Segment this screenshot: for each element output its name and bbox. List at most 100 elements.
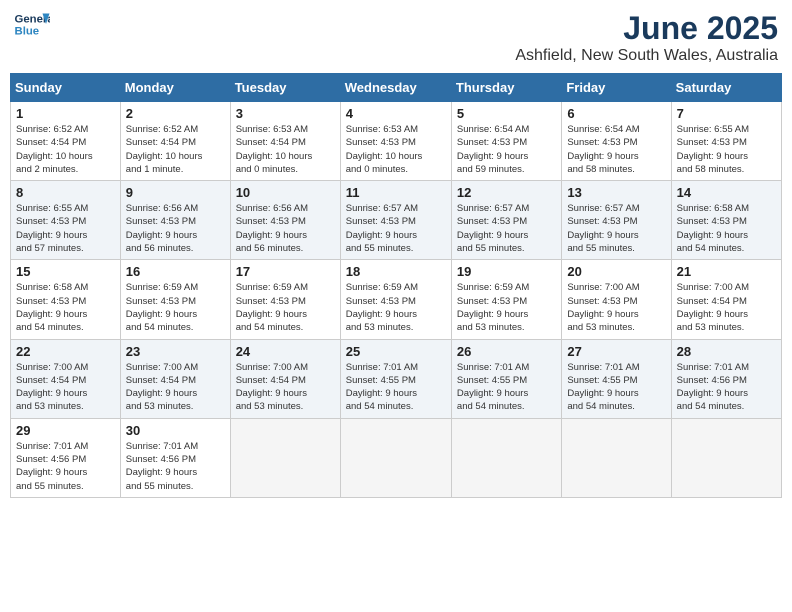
title-area: June 2025 Ashfield, New South Wales, Aus… [515,10,778,65]
day-number: 9 [126,185,225,200]
calendar-cell: 3 Sunrise: 6:53 AM Sunset: 4:54 PM Daylig… [230,102,340,181]
day-number: 2 [126,106,225,121]
day-info: Sunrise: 6:56 AM Sunset: 4:53 PM Dayligh… [236,202,335,255]
day-info: Sunrise: 6:59 AM Sunset: 4:53 PM Dayligh… [457,281,556,334]
day-number: 3 [236,106,335,121]
day-info: Sunrise: 7:01 AM Sunset: 4:56 PM Dayligh… [16,440,115,493]
day-number: 1 [16,106,115,121]
day-info: Sunrise: 6:57 AM Sunset: 4:53 PM Dayligh… [567,202,665,255]
calendar-cell: 9 Sunrise: 6:56 AM Sunset: 4:53 PM Daylig… [120,181,230,260]
day-number: 8 [16,185,115,200]
logo-icon: General Blue [14,10,50,38]
calendar-cell [451,418,561,497]
day-number: 10 [236,185,335,200]
day-info: Sunrise: 7:01 AM Sunset: 4:56 PM Dayligh… [677,361,776,414]
day-number: 29 [16,423,115,438]
logo: General Blue [14,10,50,38]
day-number: 23 [126,344,225,359]
day-info: Sunrise: 6:52 AM Sunset: 4:54 PM Dayligh… [16,123,115,176]
day-info: Sunrise: 6:59 AM Sunset: 4:53 PM Dayligh… [126,281,225,334]
day-info: Sunrise: 6:55 AM Sunset: 4:53 PM Dayligh… [677,123,776,176]
calendar-cell: 12 Sunrise: 6:57 AM Sunset: 4:53 PM Dayli… [451,181,561,260]
day-number: 22 [16,344,115,359]
weekday-header: Monday [120,74,230,102]
month-title: June 2025 [515,10,778,47]
calendar-cell: 21Sunrise: 7:00 AM Sunset: 4:54 PM Dayli… [671,260,781,339]
day-number: 12 [457,185,556,200]
calendar-cell: 6 Sunrise: 6:54 AM Sunset: 4:53 PM Daylig… [562,102,671,181]
day-number: 25 [346,344,446,359]
calendar-cell [230,418,340,497]
calendar-cell [340,418,451,497]
day-info: Sunrise: 6:59 AM Sunset: 4:53 PM Dayligh… [346,281,446,334]
day-number: 24 [236,344,335,359]
day-info: Sunrise: 7:01 AM Sunset: 4:55 PM Dayligh… [457,361,556,414]
calendar-cell: 14Sunrise: 6:58 AM Sunset: 4:53 PM Dayli… [671,181,781,260]
calendar-cell: 28 Sunrise: 7:01 AM Sunset: 4:56 PM Dayli… [671,339,781,418]
day-info: Sunrise: 6:56 AM Sunset: 4:53 PM Dayligh… [126,202,225,255]
day-number: 26 [457,344,556,359]
day-info: Sunrise: 7:00 AM Sunset: 4:54 PM Dayligh… [677,281,776,334]
calendar-cell: 2 Sunrise: 6:52 AM Sunset: 4:54 PM Daylig… [120,102,230,181]
weekday-header: Friday [562,74,671,102]
day-number: 18 [346,264,446,279]
calendar-cell: 10 Sunrise: 6:56 AM Sunset: 4:53 PM Dayli… [230,181,340,260]
day-info: Sunrise: 6:59 AM Sunset: 4:53 PM Dayligh… [236,281,335,334]
calendar-cell: 7 Sunrise: 6:55 AM Sunset: 4:53 PM Daylig… [671,102,781,181]
calendar-cell: 25Sunrise: 7:01 AM Sunset: 4:55 PM Dayli… [340,339,451,418]
day-number: 16 [126,264,225,279]
day-info: Sunrise: 6:55 AM Sunset: 4:53 PM Dayligh… [16,202,115,255]
day-number: 28 [677,344,776,359]
day-number: 5 [457,106,556,121]
calendar-cell: 16 Sunrise: 6:59 AM Sunset: 4:53 PM Dayli… [120,260,230,339]
day-info: Sunrise: 6:53 AM Sunset: 4:54 PM Dayligh… [236,123,335,176]
calendar-cell: 4 Sunrise: 6:53 AM Sunset: 4:53 PM Daylig… [340,102,451,181]
calendar-cell: 17 Sunrise: 6:59 AM Sunset: 4:53 PM Dayli… [230,260,340,339]
day-number: 6 [567,106,665,121]
calendar-cell: 8 Sunrise: 6:55 AM Sunset: 4:53 PM Daylig… [11,181,121,260]
day-info: Sunrise: 7:00 AM Sunset: 4:54 PM Dayligh… [236,361,335,414]
day-info: Sunrise: 6:54 AM Sunset: 4:53 PM Dayligh… [567,123,665,176]
calendar-cell: 13 Sunrise: 6:57 AM Sunset: 4:53 PM Dayli… [562,181,671,260]
day-info: Sunrise: 6:58 AM Sunset: 4:53 PM Dayligh… [677,202,776,255]
day-info: Sunrise: 6:58 AM Sunset: 4:53 PM Dayligh… [16,281,115,334]
day-number: 13 [567,185,665,200]
calendar-cell: 15 Sunrise: 6:58 AM Sunset: 4:53 PM Dayli… [11,260,121,339]
day-info: Sunrise: 6:53 AM Sunset: 4:53 PM Dayligh… [346,123,446,176]
day-info: Sunrise: 7:01 AM Sunset: 4:55 PM Dayligh… [567,361,665,414]
weekday-header: Tuesday [230,74,340,102]
day-info: Sunrise: 6:54 AM Sunset: 4:53 PM Dayligh… [457,123,556,176]
calendar-cell: 5 Sunrise: 6:54 AM Sunset: 4:53 PM Daylig… [451,102,561,181]
svg-text:Blue: Blue [15,26,40,38]
day-number: 17 [236,264,335,279]
day-info: Sunrise: 7:00 AM Sunset: 4:54 PM Dayligh… [126,361,225,414]
calendar-cell: 22 Sunrise: 7:00 AM Sunset: 4:54 PM Dayli… [11,339,121,418]
day-info: Sunrise: 7:00 AM Sunset: 4:54 PM Dayligh… [16,361,115,414]
calendar-cell: 18 Sunrise: 6:59 AM Sunset: 4:53 PM Dayli… [340,260,451,339]
calendar-cell: 19 Sunrise: 6:59 AM Sunset: 4:53 PM Dayli… [451,260,561,339]
calendar-cell: 23 Sunrise: 7:00 AM Sunset: 4:54 PM Dayli… [120,339,230,418]
weekday-header: Saturday [671,74,781,102]
location-title: Ashfield, New South Wales, Australia [515,47,778,65]
calendar-cell: 26 Sunrise: 7:01 AM Sunset: 4:55 PM Dayli… [451,339,561,418]
calendar-cell: 24 Sunrise: 7:00 AM Sunset: 4:54 PM Dayli… [230,339,340,418]
header: General Blue June 2025 Ashfield, New Sou… [10,10,782,65]
day-number: 15 [16,264,115,279]
day-number: 11 [346,185,446,200]
calendar-cell [671,418,781,497]
day-number: 4 [346,106,446,121]
day-info: Sunrise: 6:57 AM Sunset: 4:53 PM Dayligh… [346,202,446,255]
day-number: 19 [457,264,556,279]
calendar-cell: 27 Sunrise: 7:01 AM Sunset: 4:55 PM Dayli… [562,339,671,418]
day-info: Sunrise: 6:57 AM Sunset: 4:53 PM Dayligh… [457,202,556,255]
calendar-cell: 30Sunrise: 7:01 AM Sunset: 4:56 PM Dayli… [120,418,230,497]
weekday-header: Wednesday [340,74,451,102]
day-number: 7 [677,106,776,121]
calendar-cell: 29 Sunrise: 7:01 AM Sunset: 4:56 PM Dayli… [11,418,121,497]
calendar-cell: 1 Sunrise: 6:52 AM Sunset: 4:54 PM Daylig… [11,102,121,181]
calendar-table: SundayMondayTuesdayWednesdayThursdayFrid… [10,73,782,498]
day-info: Sunrise: 6:52 AM Sunset: 4:54 PM Dayligh… [126,123,225,176]
day-number: 27 [567,344,665,359]
day-number: 20 [567,264,665,279]
calendar-cell [562,418,671,497]
